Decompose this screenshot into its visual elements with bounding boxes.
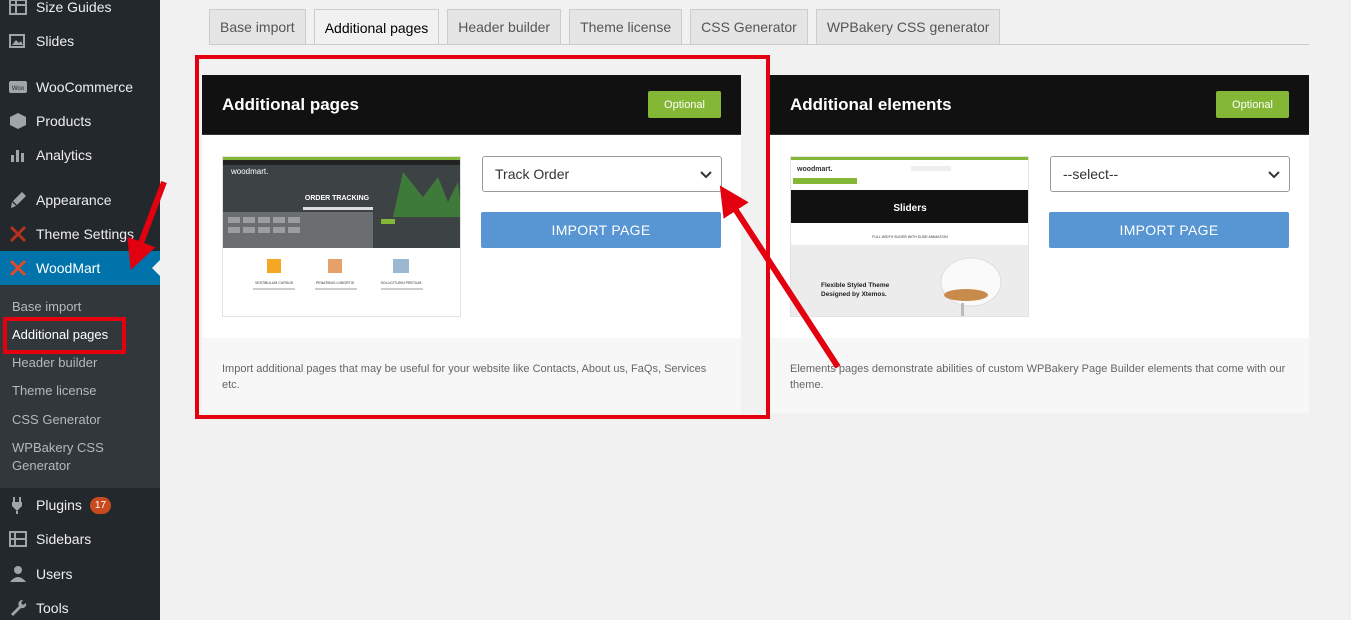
submenu-base-import[interactable]: Base import [12, 298, 81, 316]
menu-slides[interactable]: Slides [0, 24, 160, 58]
tab-header-builder[interactable]: Header builder [447, 9, 562, 44]
box-icon [0, 111, 36, 131]
card-description: Elements pages demonstrate abilities of … [770, 338, 1309, 413]
additional-elements-card: Additional elements Optional woodmart. S… [770, 75, 1309, 413]
tab-wpbakery-css-generator[interactable]: WPBakery CSS generator [815, 9, 1001, 44]
woodmart-logo-icon [0, 224, 36, 244]
menu-label: Appearance [36, 192, 112, 208]
thumb-heading: Sliders [893, 203, 927, 214]
highlight-box-additional-pages-card [195, 55, 770, 419]
menu-label: Tools [36, 600, 69, 616]
menu-analytics[interactable]: Analytics [0, 138, 160, 172]
paintbrush-icon [0, 190, 36, 210]
wrench-icon [0, 598, 36, 618]
import-page-button[interactable]: IMPORT PAGE [1049, 212, 1289, 248]
svg-text:Woo: Woo [12, 86, 25, 92]
menu-label: Products [36, 113, 92, 129]
selected-value: --select-- [1063, 166, 1119, 182]
sidebars-icon [0, 529, 36, 549]
menu-products[interactable]: Products [0, 104, 160, 138]
menu-woodmart[interactable]: WoodMart [0, 251, 160, 285]
card-title: Additional elements [790, 94, 952, 114]
woodmart-logo-icon [0, 258, 36, 278]
user-icon [0, 564, 36, 584]
tab-css-generator[interactable]: CSS Generator [690, 9, 808, 44]
tab-additional-pages[interactable]: Additional pages [313, 9, 440, 45]
menu-plugins[interactable]: Plugins 17 [0, 488, 160, 522]
element-select[interactable]: --select-- [1050, 156, 1290, 192]
woocommerce-icon: Woo [0, 77, 36, 97]
menu-label: Size Guides [36, 0, 112, 15]
thumb-subheading: FULL WIDTH SLIDER WITH SLIDE ANIMATION [872, 235, 948, 239]
bar-chart-icon [0, 145, 36, 165]
submenu-theme-license[interactable]: Theme license [12, 382, 97, 400]
menu-label: Sidebars [36, 531, 92, 547]
menu-label: Users [36, 566, 73, 582]
plug-icon [0, 495, 36, 515]
settings-tabs: Base import Additional pages Header buil… [209, 9, 1008, 45]
thumb-logo: woodmart. [796, 166, 832, 173]
admin-sidebar: Size Guides Slides Woo WooCommerce Produ… [0, 0, 160, 620]
submenu-css-generator[interactable]: CSS Generator [12, 411, 101, 429]
menu-label: WoodMart [36, 260, 101, 276]
tabs-divider [209, 44, 1309, 45]
menu-label: Slides [36, 33, 75, 49]
update-count-badge: 17 [89, 496, 112, 514]
highlight-box-submenu [3, 317, 126, 354]
active-indicator [152, 260, 160, 276]
menu-label: Plugins [36, 497, 82, 513]
slides-icon [0, 31, 36, 51]
menu-label: Theme Settings [36, 226, 135, 242]
grid-icon [0, 0, 36, 17]
chevron-down-icon [1268, 171, 1280, 179]
menu-label: WooCommerce [36, 79, 133, 95]
menu-theme-settings[interactable]: Theme Settings [0, 217, 160, 251]
optional-badge: Optional [1216, 91, 1289, 118]
woodmart-submenu: Base import Additional pages Header buil… [0, 285, 160, 488]
submenu-wpbakery-css-generator[interactable]: WPBakery CSS Generator [12, 439, 122, 475]
card-header: Additional elements Optional [770, 75, 1309, 135]
menu-label: Analytics [36, 147, 93, 163]
menu-users[interactable]: Users [0, 557, 160, 591]
menu-appearance[interactable]: Appearance [0, 183, 160, 217]
menu-size-guides[interactable]: Size Guides [0, 0, 160, 24]
menu-sidebars[interactable]: Sidebars [0, 522, 160, 556]
submenu-header-builder[interactable]: Header builder [12, 354, 97, 372]
elements-preview-thumbnail: woodmart. Sliders FULL WIDTH SLIDER WITH… [790, 156, 1029, 317]
tab-base-import[interactable]: Base import [209, 9, 306, 44]
menu-tools[interactable]: Tools [0, 591, 160, 620]
tab-theme-license[interactable]: Theme license [569, 9, 683, 44]
menu-woocommerce[interactable]: Woo WooCommerce [0, 70, 160, 104]
card-body: woodmart. Sliders FULL WIDTH SLIDER WITH… [770, 135, 1309, 338]
